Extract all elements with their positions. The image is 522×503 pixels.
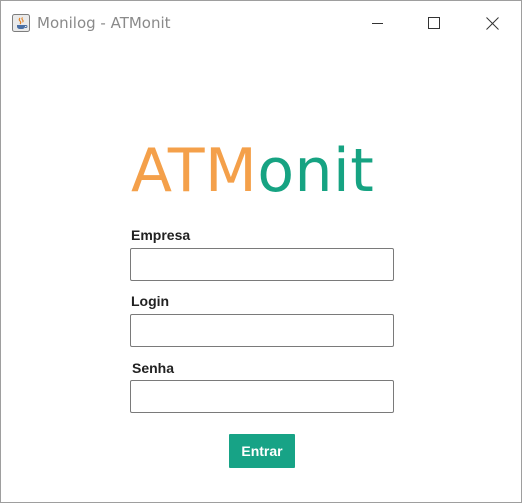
close-button[interactable] [469,1,515,45]
window-title: Monilog - ATMonit [37,14,171,32]
empresa-label: Empresa [131,227,191,243]
minimize-icon [372,23,383,24]
close-icon [485,16,499,30]
senha-label: Senha [132,360,175,376]
maximize-button[interactable] [411,1,457,45]
atmonit-logo: ATMonit [131,135,374,207]
app-window: Monilog - ATMonit ATMonit Empresa Login … [0,0,522,503]
java-app-icon [12,14,30,32]
title-bar[interactable]: Monilog - ATMonit [1,1,521,45]
entrar-button[interactable]: Entrar [229,434,295,468]
logo-part-atm: ATM [131,136,258,206]
empresa-input[interactable] [130,248,394,281]
minimize-button[interactable] [355,1,401,45]
login-input[interactable] [130,314,394,347]
logo-part-onit: onit [257,136,375,206]
senha-input[interactable] [130,380,394,413]
login-label: Login [131,293,170,309]
maximize-icon [428,17,440,29]
